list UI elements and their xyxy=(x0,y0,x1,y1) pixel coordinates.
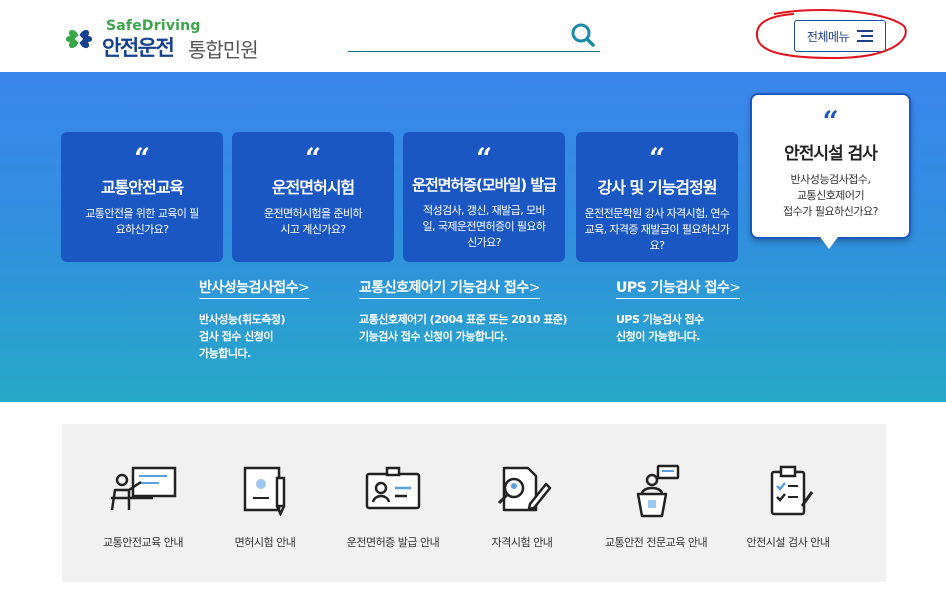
quote-icon: “ xyxy=(822,105,839,138)
link-description: 반사성능(휘도측정) 검사 접수 신청이 가능합니다. xyxy=(199,311,309,362)
search-input[interactable] xyxy=(348,20,600,52)
quote-icon: “ xyxy=(133,142,151,175)
card-traffic-safety-education[interactable]: “ 교통안전교육 교통안전을 위한 교육이 필요하신가요? xyxy=(61,132,223,262)
arrow-right-icon: > xyxy=(729,280,741,296)
link-description: 교통신호제어기 (2004 표준 또는 2010 표준) 기능검사 접수 신청이… xyxy=(359,311,568,345)
link-desc-line: 가능합니다. xyxy=(199,347,251,360)
quote-icon: “ xyxy=(475,142,493,175)
arrow-right-icon: > xyxy=(528,280,541,296)
exam-paper-icon xyxy=(243,466,286,516)
link-ups-inspection: UPS 기능검사 접수> UPS 기능검사 접수 신청이 가능합니다. xyxy=(616,277,741,345)
card-description: 교통안전을 위한 교육이 필요하신가요? xyxy=(85,207,199,236)
service-label: 운전면허증 발급 안내 xyxy=(346,536,440,549)
signal-controller-inspection-link[interactable]: 교통신호제어기 기능검사 접수> xyxy=(359,277,540,299)
bubble-desc-line: 반사성능검사접수, xyxy=(790,173,871,186)
link-desc-line: 신청이 가능합니다. xyxy=(616,330,700,343)
podium-icon xyxy=(636,464,680,518)
logo-korean: 안전운전 xyxy=(102,36,175,60)
clover-logo-icon xyxy=(65,29,93,49)
service-license-issuance-guide[interactable]: 운전면허증 발급 안내 xyxy=(328,464,458,550)
bubble-title: 안전시설 검사 xyxy=(784,144,878,164)
hamburger-icon xyxy=(857,30,874,42)
service-label: 면허시험 안내 xyxy=(234,536,296,549)
service-label: 자격시험 안내 xyxy=(491,536,553,549)
link-desc-line: 반사성능(휘도측정) xyxy=(199,313,286,326)
link-desc-line: 기능검사 접수 신청이 가능합니다. xyxy=(359,330,508,343)
card-title: 운전면허시험 xyxy=(271,178,355,197)
hero-banner: “ 교통안전교육 교통안전을 위한 교육이 필요하신가요? “ 운전면허시험 운… xyxy=(0,72,946,402)
bubble-desc-line: 교통신호제어기 xyxy=(796,189,865,202)
full-menu-button[interactable]: 전체메뉴 xyxy=(794,20,886,52)
link-desc-line: UPS 기능검사 접수 xyxy=(616,313,704,326)
card-description: 적성검사, 갱신, 재발급, 모바일, 국제운전면허증이 필요하신가요? xyxy=(422,204,547,249)
link-description: UPS 기능검사 접수 신청이 가능합니다. xyxy=(616,311,740,345)
bubble-tail xyxy=(820,237,838,249)
bubble-description: 반사성능검사접수, 교통신호제어기 접수가 필요하신가요? xyxy=(752,172,909,220)
link-title: 반사성능검사접수 xyxy=(199,280,299,296)
service-traffic-education-guide[interactable]: 교통안전교육 안내 xyxy=(78,464,208,550)
link-title: 교통신호제어기 기능검사 접수 xyxy=(359,280,529,296)
card-safety-facility-inspection[interactable]: “ 안전시설 검사 반사성능검사접수, 교통신호제어기 접수가 필요하신가요? xyxy=(750,93,911,239)
card-license-issuance[interactable]: “ 운전면허증(모바일) 발급 적성검사, 갱신, 재발급, 모바일, 국제운전… xyxy=(403,132,565,262)
service-guide-panel: 교통안전교육 안내 면허시험 안내 운전면허증 발급 안내 자격시험 안내 교통… xyxy=(62,424,886,582)
arrow-right-icon: > xyxy=(298,280,310,296)
quote-icon: “ xyxy=(648,142,666,175)
card-instructor-examiner[interactable]: “ 강사 및 기능검정원 운전전문학원 강사 자격시험, 연수교육, 자격증 재… xyxy=(576,132,738,262)
ups-inspection-link[interactable]: UPS 기능검사 접수> xyxy=(616,277,741,299)
link-desc-line: 검사 접수 신청이 xyxy=(199,330,274,343)
card-description: 운전면허시험을 준비하시고 계신가요? xyxy=(263,207,363,236)
qualification-exam-icon xyxy=(497,466,552,512)
search-icon[interactable] xyxy=(570,22,596,48)
service-professional-education-guide[interactable]: 교통안전 전문교육 안내 xyxy=(591,464,721,550)
service-license-exam-guide[interactable]: 면허시험 안내 xyxy=(200,464,330,550)
lecture-icon xyxy=(110,466,177,511)
link-title: UPS 기능검사 접수 xyxy=(616,280,730,296)
quote-icon: “ xyxy=(304,142,322,175)
link-signal-controller-inspection: 교통신호제어기 기능검사 접수> 교통신호제어기 (2004 표준 또는 201… xyxy=(359,277,568,345)
service-label: 교통안전교육 안내 xyxy=(103,536,183,549)
logo-subtitle: 통합민원 xyxy=(188,38,259,62)
card-title: 교통안전교육 xyxy=(100,178,184,197)
service-label: 교통안전 전문교육 안내 xyxy=(604,536,708,549)
card-description: 운전전문학원 강사 자격시험, 연수교육, 자격증 재발급이 필요하신가요? xyxy=(584,207,730,252)
service-label: 안전시설 검사 안내 xyxy=(746,536,830,549)
license-card-icon xyxy=(365,466,421,510)
full-menu-label: 전체메뉴 xyxy=(806,29,850,44)
link-desc-line: 교통신호제어기 (2004 표준 또는 2010 표준) xyxy=(359,313,568,326)
bubble-desc-line: 접수가 필요하신가요? xyxy=(783,205,878,218)
card-license-exam[interactable]: “ 운전면허시험 운전면허시험을 준비하시고 계신가요? xyxy=(232,132,394,262)
link-reflective-inspection: 반사성능검사접수> 반사성능(휘도측정) 검사 접수 신청이 가능합니다. xyxy=(199,277,310,362)
card-title: 강사 및 기능검정원 xyxy=(597,178,718,197)
reflective-inspection-link[interactable]: 반사성능검사접수> xyxy=(199,277,310,299)
clipboard-check-icon xyxy=(770,465,814,516)
header: SafeDriving 안전운전 통합민원 전체메뉴 xyxy=(0,0,946,72)
card-title: 운전면허증(모바일) 발급 xyxy=(412,176,557,194)
service-safety-facility-guide[interactable]: 안전시설 검사 안내 xyxy=(723,464,853,550)
service-qualification-exam-guide[interactable]: 자격시험 안내 xyxy=(457,464,587,550)
